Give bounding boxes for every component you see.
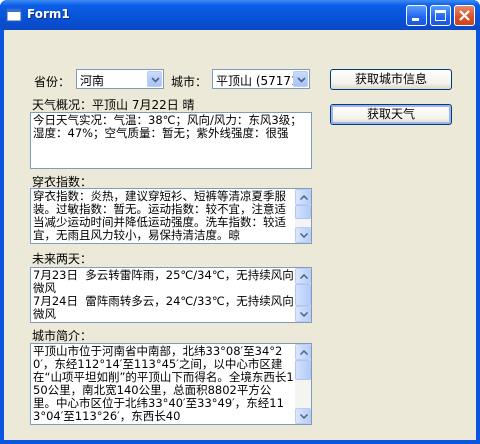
title-bar[interactable]: Form1	[0, 0, 480, 30]
province-dropdown-button[interactable]	[147, 71, 162, 87]
maximize-button[interactable]	[430, 5, 451, 26]
next-two-days-textbox[interactable]: 7月23日 多云转雷阵雨，25℃/34℃，无持续风向微风 7月24日 雷阵雨转多…	[30, 267, 312, 323]
next-two-days-label: 未来两天：	[32, 252, 93, 266]
city-combobox[interactable]: 平顶山 (57171)	[212, 69, 310, 89]
next-days-scrollbar[interactable]	[295, 268, 311, 322]
today-weather-textbox[interactable]: 今日天气实况：气温：38℃；风向/风力：东风3级；湿度：47%；空气质量：暂无；…	[30, 112, 312, 169]
province-combobox[interactable]: 河南	[76, 69, 164, 89]
minimize-button[interactable]	[406, 5, 427, 26]
clothing-index-text: 穿衣指数：炎热，建议穿短衫、短裤等清凉夏季服装。过敏指数：暂无。运动指数：较不宜…	[33, 189, 286, 242]
window-frame: Form1 省份： 河南 城市： 平顶山 (57171) 获取城市信息 获取天气	[0, 0, 480, 444]
scroll-down-button[interactable]	[295, 227, 311, 243]
city-intro-scrollbar[interactable]	[295, 344, 311, 424]
get-city-info-button[interactable]: 获取城市信息	[330, 69, 452, 90]
today-weather-text: 今日天气实况：气温：38℃；风向/风力：东风3级；湿度：47%；空气质量：暂无；…	[33, 113, 302, 140]
scroll-down-icon	[300, 312, 308, 317]
app-icon	[6, 8, 22, 22]
scroll-down-button[interactable]	[295, 306, 311, 322]
scroll-down-icon	[300, 414, 308, 419]
form-client-area: 省份： 河南 城市： 平顶山 (57171) 获取城市信息 获取天气 天气概况：…	[4, 30, 476, 440]
scroll-thumb[interactable]	[295, 205, 311, 219]
city-intro-text: 平顶山市位于河南省中南部，北纬33°08′至34°20′，东经112°14′至1…	[33, 344, 294, 423]
city-dropdown-button[interactable]	[293, 71, 308, 87]
scroll-down-icon	[300, 233, 308, 238]
city-value: 平顶山 (57171)	[216, 74, 294, 88]
scroll-up-icon	[300, 350, 308, 355]
weather-overview-label: 天气概况：平顶山 7月22日 晴	[32, 98, 195, 112]
chevron-down-icon	[151, 77, 160, 83]
clothing-scrollbar[interactable]	[295, 189, 311, 243]
scroll-up-button[interactable]	[295, 189, 311, 205]
window-title: Form1	[27, 7, 70, 21]
minimize-icon	[412, 18, 419, 21]
scroll-up-button[interactable]	[295, 344, 311, 360]
next-two-days-text: 7月23日 多云转雷阵雨，25℃/34℃，无持续风向微风 7月24日 雷阵雨转多…	[33, 268, 294, 321]
clothing-index-textbox[interactable]: 穿衣指数：炎热，建议穿短衫、短裤等清凉夏季服装。过敏指数：暂无。运动指数：较不宜…	[30, 188, 312, 244]
get-weather-button[interactable]: 获取天气	[330, 104, 452, 125]
scroll-thumb[interactable]	[295, 284, 311, 306]
chevron-down-icon	[297, 77, 306, 83]
scroll-down-button[interactable]	[295, 408, 311, 424]
close-button[interactable]	[454, 5, 475, 26]
city-intro-label: 城市简介：	[32, 329, 93, 343]
scroll-up-button[interactable]	[295, 268, 311, 284]
scroll-up-icon	[300, 195, 308, 200]
scroll-up-icon	[300, 274, 308, 279]
scroll-thumb[interactable]	[295, 360, 311, 380]
province-label: 省份：	[34, 75, 71, 89]
city-intro-textbox[interactable]: 平顶山市位于河南省中南部，北纬33°08′至34°20′，东经112°14′至1…	[30, 343, 312, 425]
city-label: 城市：	[171, 75, 208, 89]
maximize-icon	[435, 10, 446, 21]
province-value: 河南	[80, 74, 105, 88]
close-icon	[459, 10, 470, 21]
